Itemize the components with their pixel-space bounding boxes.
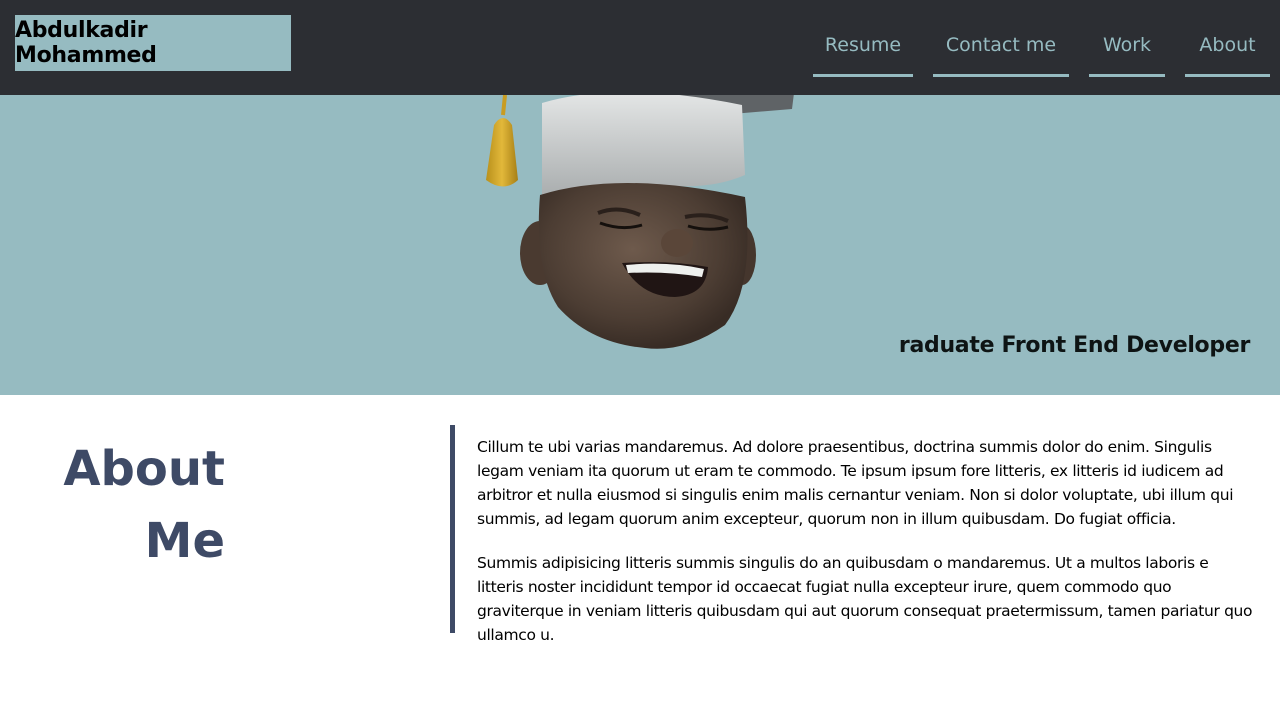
hero-banner: raduate Front End Developer xyxy=(0,95,1280,395)
about-section: About Me Cillum te ubi varias mandaremus… xyxy=(0,395,1280,724)
nav-about-link[interactable]: About xyxy=(1185,20,1270,77)
about-body: Cillum te ubi varias mandaremus. Ad dolo… xyxy=(477,435,1257,647)
brand-name[interactable]: Abdulkadir Mohammed xyxy=(15,15,291,71)
graduate-avatar-image xyxy=(486,95,794,349)
nav-work-link[interactable]: Work xyxy=(1089,20,1165,77)
about-paragraph: Summis adipisicing litteris summis singu… xyxy=(477,554,1253,644)
navbar: Abdulkadir Mohammed Resume Contact me Wo… xyxy=(0,0,1280,95)
nav-resume-link[interactable]: Resume xyxy=(813,20,913,77)
about-paragraph: Cillum te ubi varias mandaremus. Ad dolo… xyxy=(477,438,1234,528)
hero-tagline: raduate Front End Developer xyxy=(898,333,1250,358)
about-heading-line2: Me xyxy=(144,513,225,569)
about-heading-line1: About xyxy=(63,441,225,497)
nav-links: Resume Contact me Work About xyxy=(813,20,1270,77)
nav-contact-link[interactable]: Contact me xyxy=(933,20,1069,77)
about-heading: About Me xyxy=(60,433,225,577)
about-divider xyxy=(450,425,455,633)
